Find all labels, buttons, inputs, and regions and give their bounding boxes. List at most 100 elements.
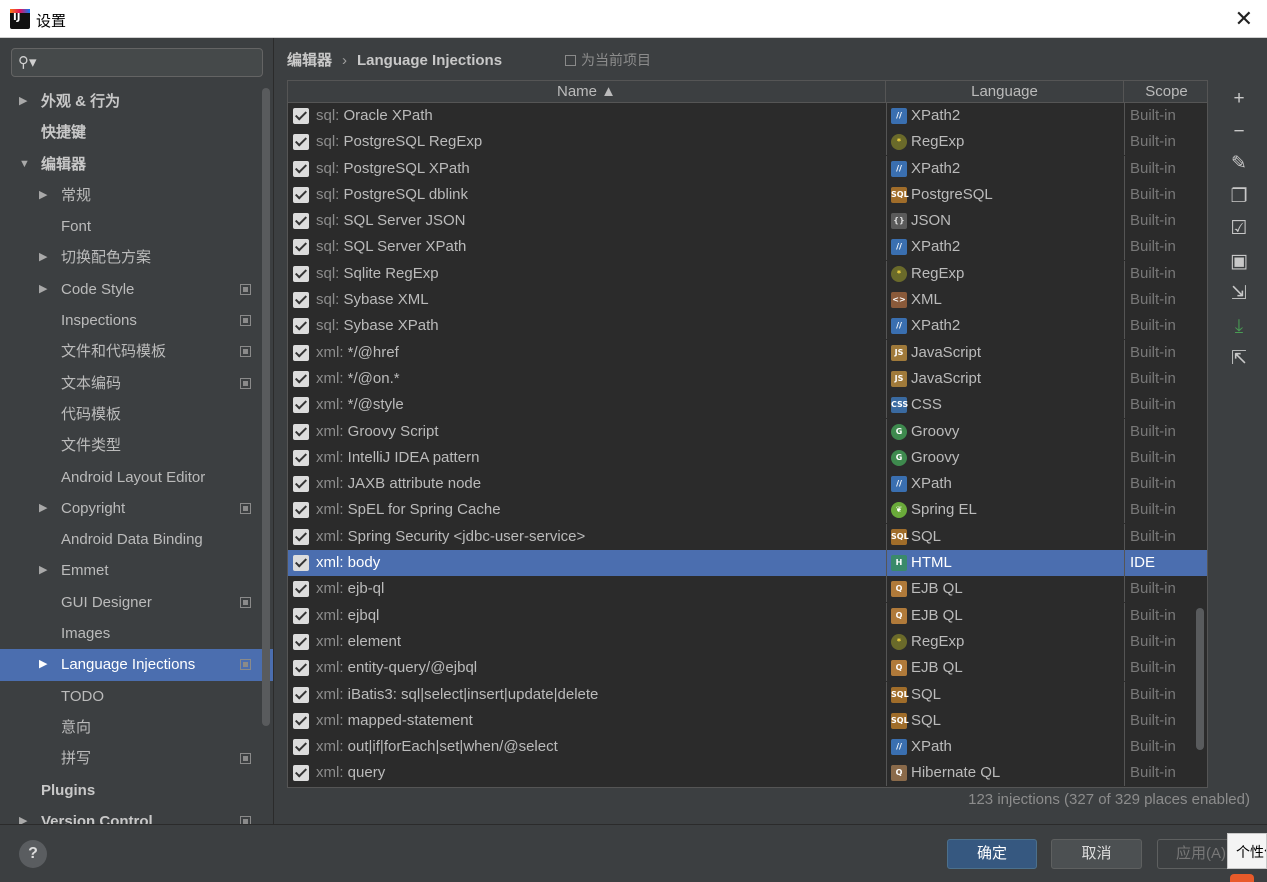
table-row[interactable]: sql: Oracle XPath//XPath2 Built-in bbox=[288, 103, 1207, 129]
table-row[interactable]: xml: mapped-statement SQL SQL Built-in bbox=[288, 707, 1207, 734]
collapsed-arrow-icon[interactable]: ▶ bbox=[19, 86, 27, 117]
ok-button[interactable]: 确定 bbox=[947, 839, 1037, 869]
sidebar-item[interactable]: Images bbox=[0, 618, 273, 649]
sidebar-item[interactable]: TODO bbox=[0, 681, 273, 712]
enabled-checkbox[interactable] bbox=[293, 633, 309, 650]
enabled-checkbox[interactable] bbox=[293, 213, 309, 230]
search-input[interactable] bbox=[48, 52, 248, 72]
enabled-checkbox[interactable] bbox=[293, 134, 309, 151]
enabled-checkbox[interactable] bbox=[293, 739, 309, 756]
sidebar-item[interactable]: Android Layout Editor bbox=[0, 462, 273, 493]
sidebar-item[interactable]: ▼ 编辑器 bbox=[0, 149, 273, 180]
breadcrumb-parent[interactable]: 编辑器 bbox=[287, 52, 332, 69]
table-row[interactable]: xml: ejb-ql Q EJB QL Built-in bbox=[288, 576, 1207, 603]
table-row[interactable]: sql: Sybase XPath//XPath2 Built-in bbox=[288, 313, 1207, 340]
enabled-checkbox[interactable] bbox=[293, 449, 309, 466]
column-header-language[interactable]: Language bbox=[886, 81, 1124, 103]
import-icon[interactable]: ⇲ bbox=[1225, 278, 1253, 311]
table-row[interactable]: xml: */@on.* JS JavaScript Built-in bbox=[288, 365, 1207, 392]
sidebar-item[interactable]: ▶ Copyright bbox=[0, 493, 273, 524]
table-row[interactable]: xml: IntelliJ IDEA pattern G Groovy Built-i… bbox=[288, 444, 1207, 471]
copy-icon[interactable]: ❐ bbox=[1225, 181, 1253, 214]
enabled-checkbox[interactable] bbox=[293, 765, 309, 782]
sidebar-item[interactable]: 意向 bbox=[0, 712, 273, 743]
sidebar-item[interactable]: 文件和代码模板 bbox=[0, 336, 273, 367]
column-header-scope[interactable]: Scope bbox=[1124, 81, 1207, 103]
download-icon[interactable]: ⤓ bbox=[1225, 311, 1253, 344]
table-row[interactable]: sql: Sybase XML <> XML Built-in bbox=[288, 287, 1207, 314]
enabled-checkbox[interactable] bbox=[293, 502, 309, 519]
collapsed-arrow-icon[interactable]: ▶ bbox=[39, 274, 47, 305]
close-icon[interactable]: ✕ bbox=[1235, 6, 1253, 32]
table-row[interactable]: xml: iBatis3: sql|select|insert|update|d… bbox=[288, 681, 1207, 708]
collapsed-arrow-icon[interactable]: ▶ bbox=[19, 806, 27, 824]
table-row[interactable]: xml: */@style CSS CSS Built-in bbox=[288, 392, 1207, 419]
sidebar-item[interactable]: Inspections bbox=[0, 305, 273, 336]
collapsed-arrow-icon[interactable]: ▶ bbox=[39, 242, 47, 273]
sidebar-item[interactable]: ▶ Language Injections bbox=[0, 649, 273, 681]
table-scrollbar[interactable] bbox=[1196, 608, 1204, 750]
table-row[interactable]: sql: SQL Server XPath//XPath2 Built-in bbox=[288, 234, 1207, 261]
collapsed-arrow-icon[interactable]: ▶ bbox=[39, 493, 47, 524]
table-row[interactable]: sql: Sqlite RegExp * RegExp Built-in bbox=[288, 260, 1207, 287]
sidebar-item[interactable]: 文件类型 bbox=[0, 430, 273, 461]
enabled-checkbox[interactable] bbox=[293, 265, 309, 282]
sidebar-item[interactable]: ▶ Code Style bbox=[0, 274, 273, 305]
table-row[interactable]: xml: body H HTML IDE bbox=[288, 550, 1207, 577]
sidebar-item[interactable]: ▶ Emmet bbox=[0, 555, 273, 586]
remove-icon[interactable]: − bbox=[1225, 116, 1253, 149]
enabled-checkbox[interactable] bbox=[293, 397, 309, 414]
table-row[interactable]: xml: JAXB attribute node//XPath Built-in bbox=[288, 471, 1207, 498]
export-icon[interactable]: ⇱ bbox=[1225, 343, 1253, 376]
table-row[interactable]: sql: SQL Server JSON{} JSON Built-in bbox=[288, 208, 1207, 235]
enabled-checkbox[interactable] bbox=[293, 344, 309, 361]
sidebar-item[interactable]: Plugins bbox=[0, 775, 273, 806]
enabled-checkbox[interactable] bbox=[293, 607, 309, 624]
help-button[interactable]: ? bbox=[19, 840, 47, 868]
sidebar-item[interactable]: 代码模板 bbox=[0, 399, 273, 430]
collapsed-arrow-icon[interactable]: ▶ bbox=[39, 180, 47, 211]
enabled-checkbox[interactable] bbox=[293, 686, 309, 703]
table-row[interactable]: xml: Groovy Script G Groovy Built-in bbox=[288, 418, 1207, 445]
edit-icon[interactable]: ✎ bbox=[1225, 148, 1253, 181]
column-header-name[interactable]: Name ▲ bbox=[288, 81, 886, 103]
enabled-checkbox[interactable] bbox=[293, 423, 309, 440]
cancel-button[interactable]: 取消 bbox=[1051, 839, 1142, 869]
enabled-checkbox[interactable] bbox=[293, 108, 309, 124]
table-row[interactable]: sql: PostgreSQL XPath//XPath2 Built-in bbox=[288, 155, 1207, 182]
table-row[interactable]: xml: query Q Hibernate QL Built-in bbox=[288, 760, 1207, 787]
enabled-checkbox[interactable] bbox=[293, 581, 309, 598]
table-row[interactable]: xml: ejbql Q EJB QL Built-in bbox=[288, 602, 1207, 629]
collapsed-arrow-icon[interactable]: ▶ bbox=[39, 649, 47, 680]
enabled-checkbox[interactable] bbox=[293, 476, 309, 493]
table-row[interactable]: xml: out|if|forEach|set|when/@select //XP… bbox=[288, 734, 1207, 761]
sidebar-item[interactable]: 快捷键 bbox=[0, 117, 273, 148]
apply-button[interactable]: 应用(A) bbox=[1157, 839, 1237, 869]
enabled-checkbox[interactable] bbox=[293, 660, 309, 677]
table-row[interactable]: xml: element * RegExp Built-in bbox=[288, 628, 1207, 655]
enabled-checkbox[interactable] bbox=[293, 318, 309, 335]
sidebar-item[interactable]: GUI Designer bbox=[0, 587, 273, 618]
enabled-checkbox[interactable] bbox=[293, 239, 309, 256]
table-row[interactable]: sql: PostgreSQL RegExp * RegExp Built-in bbox=[288, 129, 1207, 156]
toggle-scope-icon[interactable]: ▣ bbox=[1225, 246, 1253, 279]
enabled-checkbox[interactable] bbox=[293, 712, 309, 729]
enabled-checkbox[interactable] bbox=[293, 555, 309, 572]
table-row[interactable]: xml: */@href JS JavaScript Built-in bbox=[288, 339, 1207, 366]
sidebar-item[interactable]: Font bbox=[0, 211, 273, 242]
enabled-checkbox[interactable] bbox=[293, 292, 309, 309]
enabled-checkbox[interactable] bbox=[293, 160, 309, 177]
table-row[interactable]: sql: PostgreSQL dblink SQL PostgreSQL Built… bbox=[288, 181, 1207, 208]
expanded-arrow-icon[interactable]: ▼ bbox=[19, 149, 30, 180]
enabled-checkbox[interactable] bbox=[293, 528, 309, 545]
sidebar-item[interactable]: ▶ 外观 & 行为 bbox=[0, 86, 273, 117]
enable-selected-icon[interactable]: ☑ bbox=[1225, 213, 1253, 246]
sidebar-scrollbar[interactable] bbox=[262, 88, 270, 726]
collapsed-arrow-icon[interactable]: ▶ bbox=[39, 555, 47, 586]
table-row[interactable]: xml: Spring Security <jdbc-user-service>… bbox=[288, 523, 1207, 550]
sidebar-item[interactable]: ▶ Version Control bbox=[0, 806, 273, 824]
sidebar-item[interactable]: 文本编码 bbox=[0, 368, 273, 399]
sidebar-item[interactable]: ▶ 常规 bbox=[0, 180, 273, 211]
sidebar-item[interactable]: Android Data Binding bbox=[0, 524, 273, 555]
enabled-checkbox[interactable] bbox=[293, 186, 309, 203]
